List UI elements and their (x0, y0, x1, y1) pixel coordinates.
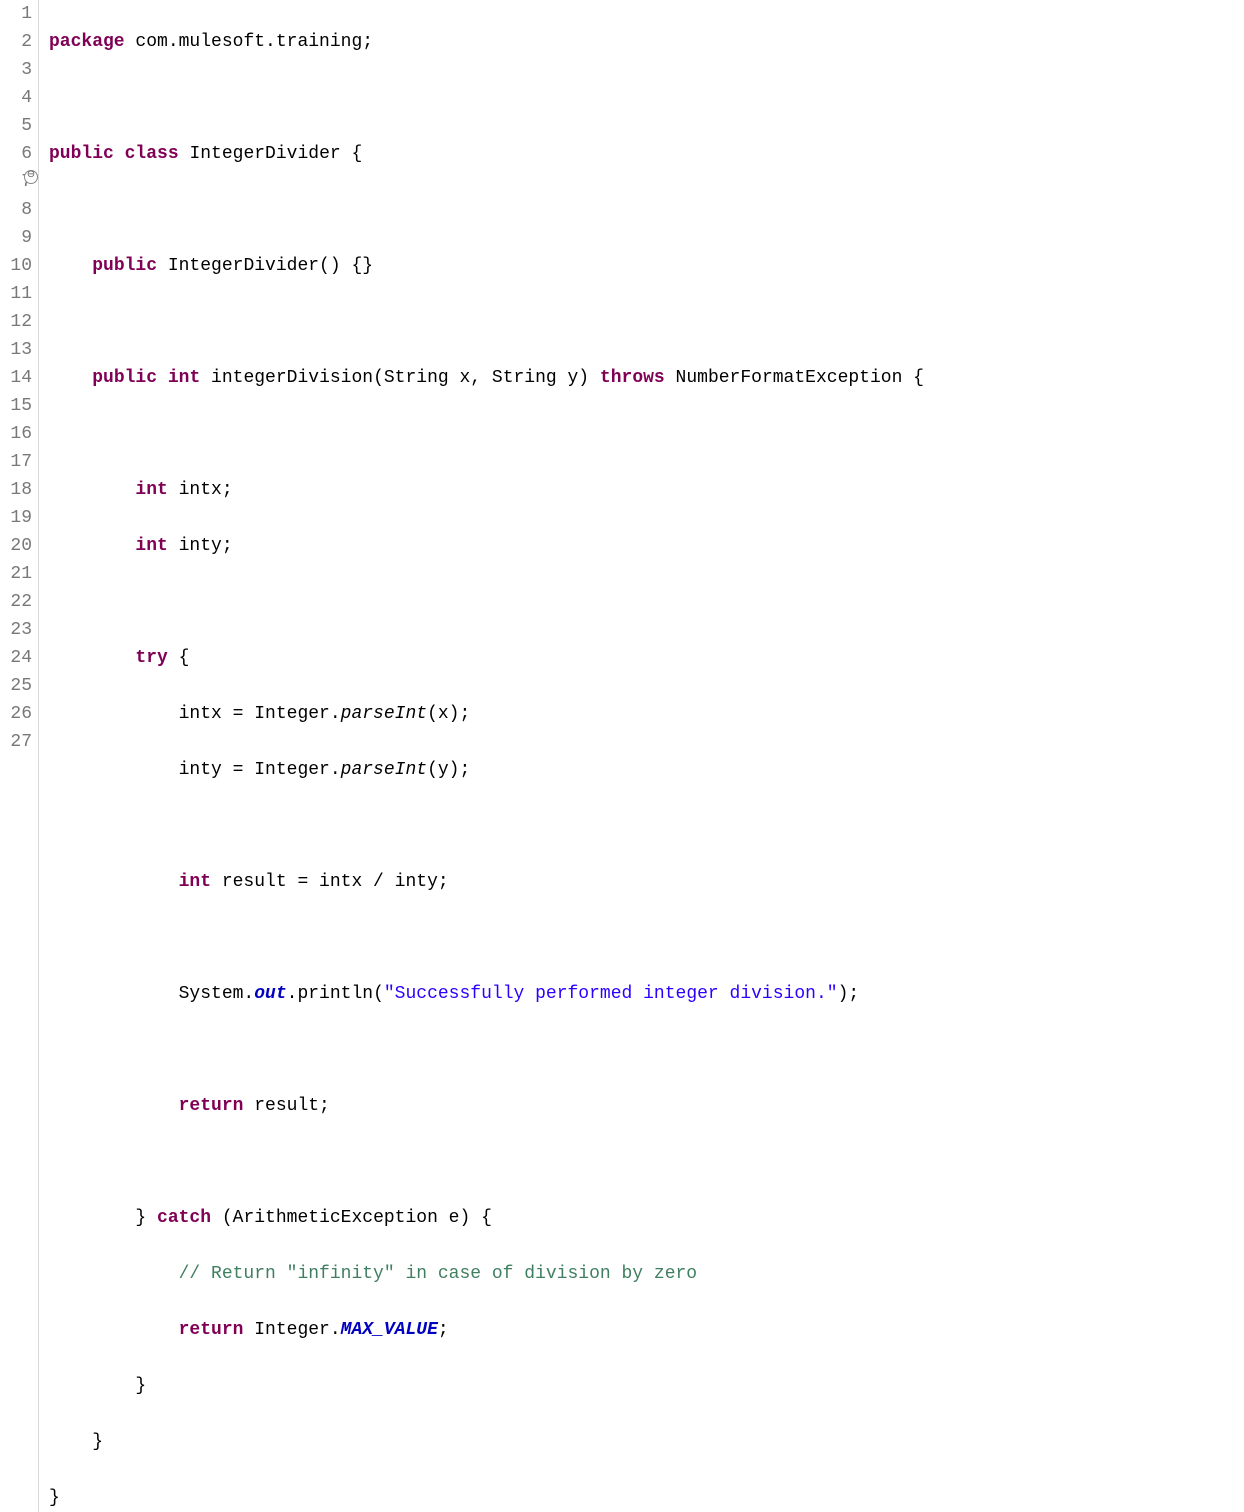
line-number-gutter: 1 2 3 4 5 6 7 8 9 10 11 12 13 14 15 16 1… (0, 0, 39, 1512)
code-line: public IntegerDivider() {} (49, 252, 924, 280)
line-number: 10 (4, 252, 32, 280)
line-number: 26 (4, 700, 32, 728)
line-number: 18 (4, 476, 32, 504)
code-line: int inty; (49, 532, 924, 560)
line-number: 1 (4, 0, 32, 28)
code-line (49, 420, 924, 448)
line-number: 15 (4, 392, 32, 420)
code-line: } (49, 1428, 924, 1456)
line-number: 4 (4, 84, 32, 112)
line-number: 5 (4, 112, 32, 140)
code-line: try { (49, 644, 924, 672)
code-line (49, 84, 924, 112)
line-number: 27 (4, 728, 32, 756)
code-line (49, 1148, 924, 1176)
line-number: 22 (4, 588, 32, 616)
code-line (49, 812, 924, 840)
line-number: 13 (4, 336, 32, 364)
code-line (49, 1036, 924, 1064)
code-line: int intx; (49, 476, 924, 504)
code-line (49, 308, 924, 336)
line-number: 11 (4, 280, 32, 308)
code-line: System.out.println("Successfully perform… (49, 980, 924, 1008)
line-number: 24 (4, 644, 32, 672)
code-line (49, 588, 924, 616)
line-number: 16 (4, 420, 32, 448)
line-number: 20 (4, 532, 32, 560)
code-line: return result; (49, 1092, 924, 1120)
line-number: 21 (4, 560, 32, 588)
line-number: 2 (4, 28, 32, 56)
line-number: 8 (4, 196, 32, 224)
code-line: // Return "infinity" in case of division… (49, 1260, 924, 1288)
code-line: } catch (ArithmeticException e) { (49, 1204, 924, 1232)
code-line: } (49, 1372, 924, 1400)
line-number: 6 (4, 140, 32, 168)
code-line: public int integerDivision(String x, Str… (49, 364, 924, 392)
code-line: package com.mulesoft.training; (49, 28, 924, 56)
code-line: inty = Integer.parseInt(y); (49, 756, 924, 784)
code-line: return Integer.MAX_VALUE; (49, 1316, 924, 1344)
line-number: 19 (4, 504, 32, 532)
line-number: 9 (4, 224, 32, 252)
line-number: 14 (4, 364, 32, 392)
code-line: int result = intx / inty; (49, 868, 924, 896)
code-line (49, 924, 924, 952)
code-line: intx = Integer.parseInt(x); (49, 700, 924, 728)
line-number: 23 (4, 616, 32, 644)
code-line (49, 196, 924, 224)
code-line: public class IntegerDivider { (49, 140, 924, 168)
line-number: 3 (4, 56, 32, 84)
line-number: 12 (4, 308, 32, 336)
line-number: 17 (4, 448, 32, 476)
line-number: 25 (4, 672, 32, 700)
code-line: } (49, 1484, 924, 1512)
fold-toggle-icon[interactable]: ⊖ (24, 170, 38, 184)
code-editor-area[interactable]: package com.mulesoft.training; public cl… (39, 0, 924, 1512)
